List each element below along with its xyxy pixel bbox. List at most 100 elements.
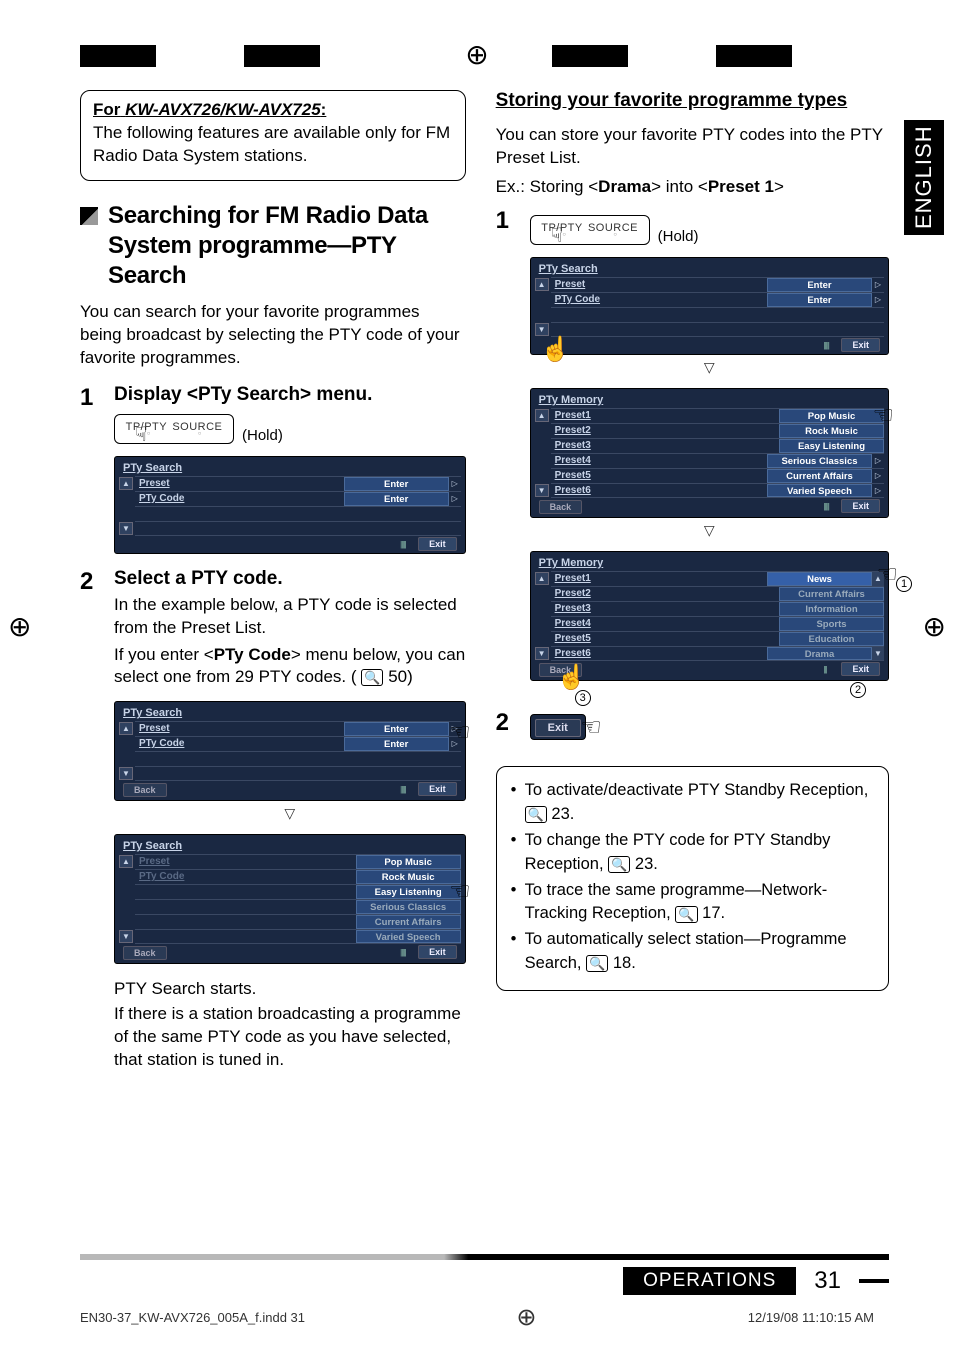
row-value: Enter (344, 737, 449, 751)
hold-label: (Hold) (242, 427, 283, 444)
row-label (135, 900, 356, 914)
row-value: Easy Listening (779, 439, 884, 453)
finger-icon: ☜ (449, 877, 471, 906)
scroll-down-icon: ▼ (119, 767, 133, 780)
button-diagram: TP/PTY SOURCE ○○ ☟ (114, 414, 234, 444)
row-label: Preset6 (551, 484, 767, 497)
bullet-item: To automatically select station—Programm… (511, 928, 874, 976)
step-2-body-2: If you enter <PTy Code> menu below, you … (114, 644, 466, 690)
finger-icon: ☜ (872, 401, 894, 430)
flow-arrow-icon: ▽ (114, 805, 466, 822)
note-colon: : (321, 100, 327, 119)
row-value: Education (779, 632, 884, 646)
row-label: Preset2 (551, 587, 779, 601)
flow-arrow-icon: ▽ (530, 522, 889, 539)
language-tab: ENGLISH (904, 120, 944, 235)
row-value: Easy Listening (356, 885, 461, 899)
footer-filename: EN30-37_KW-AVX726_005A_f.indd 31 (80, 1310, 305, 1325)
storing-heading: Storing your favorite programme types (496, 90, 889, 112)
row-value: Drama (767, 647, 872, 660)
pty-search-starts: PTY Search starts. (114, 978, 466, 1001)
row-value: Pop Music (779, 409, 884, 423)
screen-title: PTy Search (119, 838, 461, 854)
screen-title: PTy Search (535, 261, 884, 277)
screen-title: PTy Search (119, 705, 461, 721)
row-label: Preset6 (551, 647, 767, 660)
bullet-item: To activate/deactivate PTY Standby Recep… (511, 779, 874, 827)
submenu-arrow-icon: ▷ (872, 278, 884, 292)
back-button: Back (539, 500, 583, 514)
scroll-up-icon: ▲ (119, 855, 133, 868)
scroll-up-icon: ▲ (535, 278, 549, 291)
scroll-down-icon: ▼ (872, 647, 884, 660)
step-2-number: 2 (80, 568, 104, 596)
submenu-arrow-icon: ▷ (449, 477, 461, 491)
row-label: PTy Code (135, 870, 356, 884)
exit-button: Exit (841, 499, 880, 513)
scroll-up-icon: ▲ (119, 477, 133, 490)
row-label: Preset5 (551, 632, 779, 646)
page-ref-icon: 🔍 (608, 856, 630, 873)
row-label: Preset4 (551, 617, 779, 631)
screen-title: PTy Memory (535, 555, 884, 571)
pty-search-screen-1: PTy Search ▲ ▼ Preset Enter ▷ (114, 456, 466, 554)
submenu-arrow-icon: ▷ (872, 454, 884, 468)
page-ref-icon: 🔍 (586, 955, 608, 972)
storing-example: Ex.: Storing <Drama> into <Preset 1> (496, 176, 889, 199)
exit-button: Exit (841, 662, 880, 676)
scroll-up-icon: ▲ (535, 409, 549, 422)
page-number: 31 (814, 1267, 841, 1295)
row-value: Current Affairs (767, 469, 872, 483)
section-divider-bar (80, 1254, 889, 1260)
button-diagram: TP/PTY SOURCE ○○ ☟ (530, 215, 650, 245)
note-text: The following features are available onl… (93, 122, 453, 168)
section-heading: Searching for FM Radio Data System progr… (80, 201, 466, 291)
step-1-number: 1 (80, 384, 104, 412)
row-value: Enter (344, 722, 449, 736)
row-value: Rock Music (779, 424, 884, 438)
screen-title: PTy Memory (535, 392, 884, 408)
row-label: Preset (135, 477, 344, 491)
row-label: Preset1 (551, 572, 767, 586)
print-metadata: EN30-37_KW-AVX726_005A_f.indd 31 ⊕ 12/19… (80, 1303, 874, 1332)
row-value: News (767, 572, 872, 586)
crosshair-right-icon: ⊕ (923, 610, 946, 643)
pty-memory-screen-1: PTy Memory ▲ ▼ Preset1Pop Music Preset2R… (530, 388, 889, 518)
row-label: PTy Code (135, 737, 344, 751)
row-label: Preset3 (551, 439, 779, 453)
finger-icon: ☟ (135, 422, 147, 447)
row-value: Information (779, 602, 884, 616)
back-button: Back (123, 783, 167, 797)
exit-button: Exit (418, 782, 457, 796)
submenu-arrow-icon: ▷ (872, 469, 884, 483)
submenu-arrow-icon: ▷ (872, 484, 884, 497)
finger-icon: ☜ (876, 560, 898, 589)
hold-label: (Hold) (658, 228, 699, 245)
callout-1: 1 (896, 576, 912, 592)
submenu-arrow-icon: ▷ (449, 492, 461, 506)
pty-search-result-text: If there is a station broadcasting a pro… (114, 1003, 466, 1072)
row-label: Preset (135, 722, 344, 736)
row-value: Serious Classics (767, 454, 872, 468)
finger-icon: ☜ (449, 718, 471, 747)
row-value: Varied Speech (356, 930, 461, 943)
row-label: Preset5 (551, 469, 767, 483)
model-note-box: For KW-AVX726/KW-AVX725: The following f… (80, 90, 466, 181)
exit-button: Exit (841, 338, 880, 352)
row-value: Pop Music (356, 855, 461, 869)
row-value: Current Affairs (779, 587, 884, 601)
footer-timestamp: 12/19/08 11:10:15 AM (748, 1310, 874, 1325)
row-label: Preset (135, 855, 356, 869)
row-label (135, 915, 356, 929)
storing-intro: You can store your favorite PTY codes in… (496, 124, 889, 170)
exit-button: Exit (418, 945, 457, 959)
exit-pill: Exit (530, 714, 586, 740)
operations-label: OPERATIONS (623, 1267, 796, 1295)
bullet-item: To trace the same programme—Network-Trac… (511, 879, 874, 927)
pty-search-screen-3: PTy Search ▲ ▼ PresetPop Music PTy CodeR… (114, 834, 466, 964)
right-step-1-number: 1 (496, 207, 520, 235)
exit-pill-label: Exit (535, 719, 581, 737)
screen-title: PTy Search (119, 460, 461, 476)
finger-icon: ☝ (557, 663, 587, 692)
crosshair-top-icon: ⊕ (465, 38, 488, 71)
